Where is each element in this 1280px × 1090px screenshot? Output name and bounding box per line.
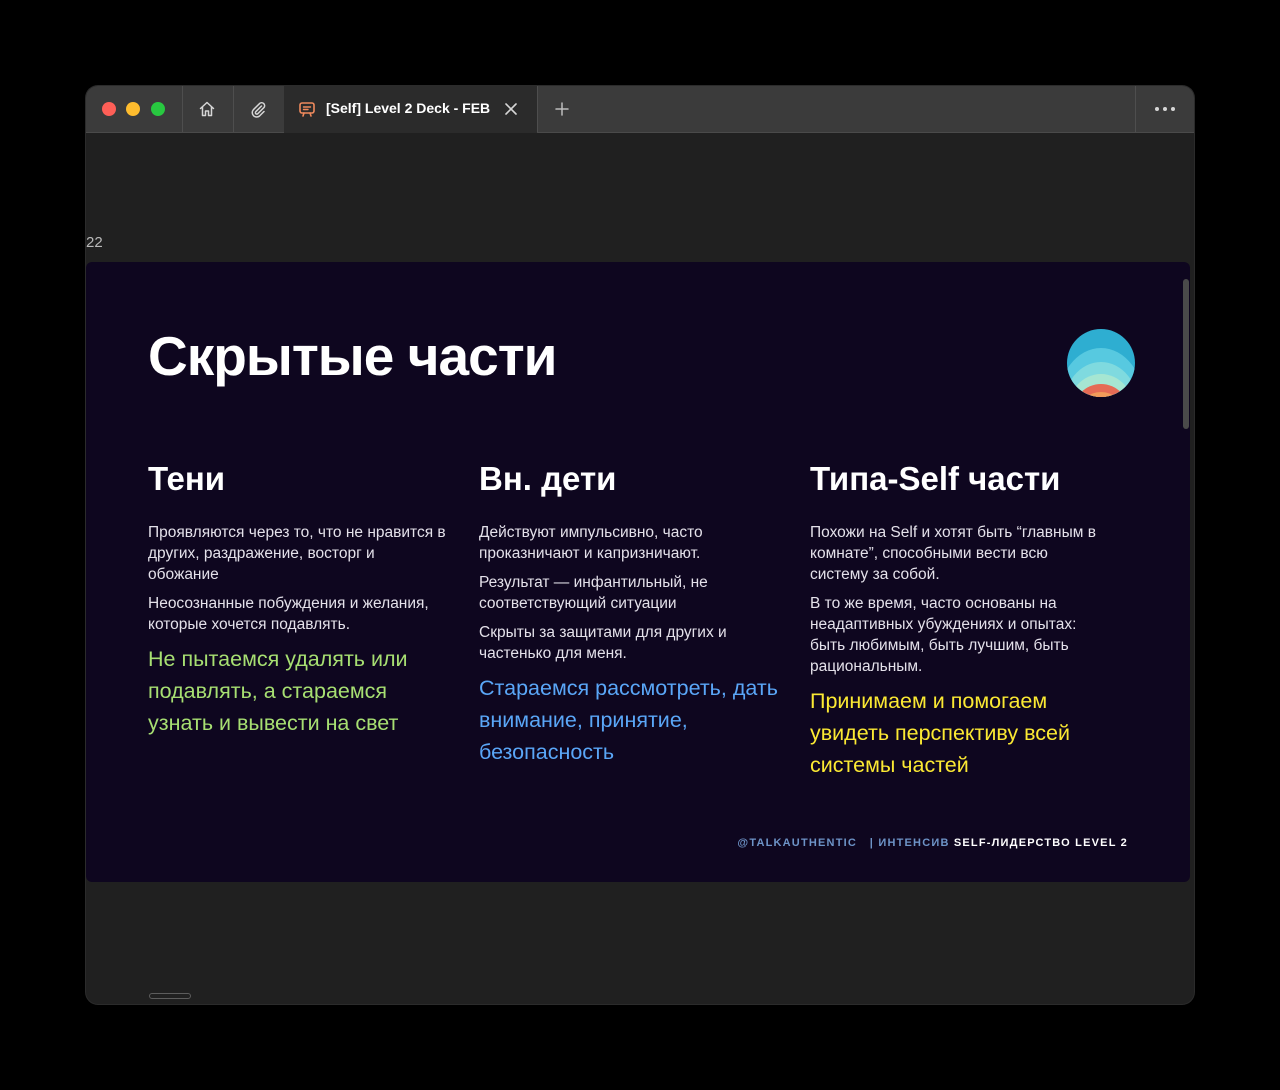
more-icon [1155, 107, 1175, 111]
close-window-button[interactable] [102, 102, 116, 116]
plus-icon [555, 102, 569, 116]
slide: Скрытые части Тени Проявляются через то,… [86, 262, 1190, 882]
column-highlight: Не пытаемся удалять или подавлять, а ста… [148, 647, 408, 735]
column-heading: Тени [148, 460, 226, 497]
zoom-window-button[interactable] [151, 102, 165, 116]
footer-course: ИНТЕНСИВ [878, 837, 950, 849]
logo-icon [1067, 329, 1135, 397]
column-text: Скрыты за защитами для других и частеньк… [479, 624, 727, 662]
column-self-like-parts: Типа-Self части Похожи на Self и хотят б… [810, 458, 1110, 781]
footer-brand: SELF-ЛИДЕРСТВО LEVEL 2 [953, 837, 1128, 849]
page-number: 22 [86, 234, 103, 251]
footer-separator: | [869, 837, 875, 849]
column-text: Действуют импульсивно, часто проказничаю… [479, 524, 703, 562]
minimize-window-button[interactable] [126, 102, 140, 116]
column-shadows: Тени Проявляются через то, что не нравит… [148, 458, 448, 739]
column-heading: Вн. дети [479, 460, 617, 497]
presentation-icon [299, 102, 315, 117]
horizontal-scrollbar[interactable] [149, 993, 191, 999]
column-text: В то же время, часто основаны на неадапт… [810, 595, 1077, 675]
column-text: Результат — инфантильный, не соответству… [479, 574, 708, 612]
title-bar: [Self] Level 2 Deck - FEB [86, 86, 1194, 133]
tab-title: [Self] Level 2 Deck - FEB [326, 100, 491, 116]
footer-handle: @TALKAUTHENTIC [737, 837, 858, 849]
home-button[interactable] [182, 86, 232, 132]
slide-footer: @TALKAUTHENTIC | ИНТЕНСИВ SELF-ЛИДЕРСТВО… [737, 837, 1128, 849]
column-inner-children: Вн. дети Действуют импульсивно, часто пр… [479, 458, 779, 768]
attachments-button[interactable] [233, 86, 283, 132]
close-icon[interactable] [503, 101, 519, 117]
column-text: Проявляются через то, что не нравится в … [148, 524, 446, 583]
app-window: [Self] Level 2 Deck - FEB 22 Скрытые час… [86, 86, 1194, 1004]
paperclip-icon [251, 101, 266, 118]
column-highlight: Принимаем и помогаем увидеть перспективу… [810, 689, 1070, 777]
home-icon [199, 101, 215, 117]
more-button[interactable] [1135, 86, 1194, 132]
tab-document[interactable]: [Self] Level 2 Deck - FEB [284, 86, 537, 133]
slide-title: Скрытые части [148, 325, 557, 387]
column-text: Похожи на Self и хотят быть “главным в к… [810, 524, 1096, 583]
vertical-scrollbar[interactable] [1183, 279, 1189, 429]
column-highlight: Стараемся рассмотреть, дать внимание, пр… [479, 676, 778, 764]
new-tab-button[interactable] [537, 86, 587, 132]
column-heading: Типа-Self части [810, 460, 1061, 497]
column-text: Неосознанные побуждения и желания, котор… [148, 595, 429, 633]
